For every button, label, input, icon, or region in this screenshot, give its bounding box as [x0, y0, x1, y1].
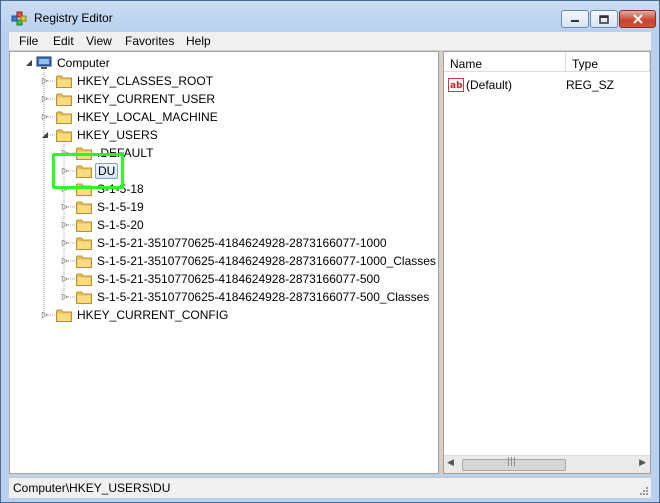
- menu-view[interactable]: View: [84, 34, 114, 48]
- status-path: Computer\HKEY_USERS\DU: [13, 481, 171, 495]
- tree-node-sid-500[interactable]: ▷ S-1-5-21-3510770625-4184624928-2873166…: [60, 270, 382, 288]
- folder-icon: [56, 111, 72, 124]
- folder-icon: [76, 219, 92, 232]
- minimize-button[interactable]: [561, 10, 589, 28]
- expand-arrow-icon[interactable]: ▷: [60, 238, 70, 247]
- registry-editor-icon: [11, 11, 27, 26]
- menu-help[interactable]: Help: [184, 34, 213, 48]
- tree-label: S-1-5-21-3510770625-4184624928-287316607…: [97, 290, 430, 304]
- tree-node-sid-1000-classes[interactable]: ▷ S-1-5-21-3510770625-4184624928-2873166…: [60, 252, 438, 270]
- tree-label: HKEY_CURRENT_CONFIG: [77, 308, 229, 322]
- tree-node-computer[interactable]: ◢ Computer: [24, 54, 112, 72]
- expand-arrow-icon[interactable]: ▷: [40, 310, 50, 319]
- values-list[interactable]: Name Type ab (Default) REG_SZ ◀ ||| ▶: [443, 51, 651, 474]
- menu-favorites[interactable]: Favorites: [123, 34, 176, 48]
- expand-arrow-icon[interactable]: ▷: [40, 94, 50, 103]
- scroll-left-icon[interactable]: ◀: [447, 458, 454, 468]
- tree-node-hkey-current-user[interactable]: ▷ HKEY_CURRENT_USER: [40, 90, 217, 108]
- tree-label: S-1-5-21-3510770625-4184624928-287316607…: [97, 236, 387, 250]
- folder-icon: [56, 309, 72, 322]
- window-title: Registry Editor: [34, 11, 113, 25]
- svg-text:ab: ab: [450, 81, 463, 91]
- tree-label: HKEY_CLASSES_ROOT: [77, 74, 214, 88]
- resize-grip-icon[interactable]: [639, 486, 649, 496]
- tree-label: S-1-5-21-3510770625-4184624928-287316607…: [97, 254, 436, 268]
- column-header-name[interactable]: Name: [444, 52, 566, 72]
- expand-arrow-icon[interactable]: ▷: [60, 220, 70, 229]
- tree-node-hkey-local-machine[interactable]: ▷ HKEY_LOCAL_MACHINE: [40, 108, 220, 126]
- tree-label: HKEY_USERS: [77, 128, 158, 142]
- folder-icon: [76, 201, 92, 214]
- collapse-arrow-icon[interactable]: ◢: [40, 130, 50, 139]
- menu-edit[interactable]: Edit: [51, 34, 76, 48]
- tree-label: S-1-5-19: [97, 200, 144, 214]
- grip-icon: |||: [507, 457, 517, 467]
- folder-icon: [76, 255, 92, 268]
- close-button[interactable]: [619, 10, 656, 28]
- tree-label: S-1-5-20: [97, 218, 144, 232]
- value-name: (Default): [466, 78, 513, 92]
- tree-node-hkey-classes-root[interactable]: ▷ HKEY_CLASSES_ROOT: [40, 72, 215, 90]
- status-bar: Computer\HKEY_USERS\DU: [9, 477, 651, 498]
- tree-label-computer: Computer: [57, 56, 110, 70]
- expand-arrow-icon[interactable]: ▷: [60, 292, 70, 301]
- tree-label: HKEY_LOCAL_MACHINE: [77, 110, 218, 124]
- horizontal-scrollbar[interactable]: ◀ ||| ▶: [444, 455, 650, 473]
- column-header-type[interactable]: Type: [566, 52, 650, 72]
- computer-icon: [36, 56, 52, 69]
- scroll-right-icon[interactable]: ▶: [639, 458, 646, 468]
- value-row-default[interactable]: ab (Default) REG_SZ: [448, 78, 614, 92]
- folder-icon: [76, 273, 92, 286]
- tree-label: S-1-5-21-3510770625-4184624928-287316607…: [97, 272, 380, 286]
- tree-node-sid-1000[interactable]: ▷ S-1-5-21-3510770625-4184624928-2873166…: [60, 234, 389, 252]
- main-panes: ◢ Computer ▷ HKEY_CLASSES_ROOT ▷ HKEY_CU…: [9, 50, 651, 475]
- expand-arrow-icon[interactable]: ▷: [40, 112, 50, 121]
- folder-icon: [56, 75, 72, 88]
- menu-bar: File Edit View Favorites Help: [9, 32, 651, 50]
- selection-highlight-box: [52, 153, 124, 189]
- tree-node-sid-500-classes[interactable]: ▷ S-1-5-21-3510770625-4184624928-2873166…: [60, 288, 431, 306]
- key-tree[interactable]: ◢ Computer ▷ HKEY_CLASSES_ROOT ▷ HKEY_CU…: [9, 51, 439, 474]
- value-type: REG_SZ: [566, 78, 615, 92]
- minimize-icon: [571, 20, 579, 22]
- expand-arrow-icon[interactable]: ▷: [40, 76, 50, 85]
- expand-arrow-icon[interactable]: ▷: [60, 202, 70, 211]
- folder-icon: [76, 237, 92, 250]
- tree-node-hkey-users[interactable]: ◢ HKEY_USERS: [40, 126, 160, 144]
- expand-arrow-icon[interactable]: ▷: [60, 256, 70, 265]
- tree-node-s-1-5-19[interactable]: ▷ S-1-5-19: [60, 198, 146, 216]
- menu-file[interactable]: File: [17, 34, 40, 48]
- collapse-arrow-icon[interactable]: ◢: [24, 58, 34, 67]
- title-bar[interactable]: Registry Editor: [1, 1, 659, 32]
- registry-editor-window: Registry Editor File Edit View Favorites…: [0, 0, 660, 503]
- expand-arrow-icon[interactable]: ▷: [60, 274, 70, 283]
- close-icon: [632, 14, 643, 24]
- maximize-icon: [599, 14, 609, 24]
- folder-open-icon: [56, 129, 72, 142]
- string-value-icon: ab: [448, 78, 464, 92]
- tree-label: HKEY_CURRENT_USER: [77, 92, 216, 106]
- folder-icon: [56, 93, 72, 106]
- scrollbar-thumb[interactable]: |||: [462, 457, 566, 471]
- maximize-button[interactable]: [590, 10, 618, 28]
- folder-icon: [76, 291, 92, 304]
- tree-node-s-1-5-20[interactable]: ▷ S-1-5-20: [60, 216, 146, 234]
- tree-node-hkey-current-config[interactable]: ▷ HKEY_CURRENT_CONFIG: [40, 306, 230, 324]
